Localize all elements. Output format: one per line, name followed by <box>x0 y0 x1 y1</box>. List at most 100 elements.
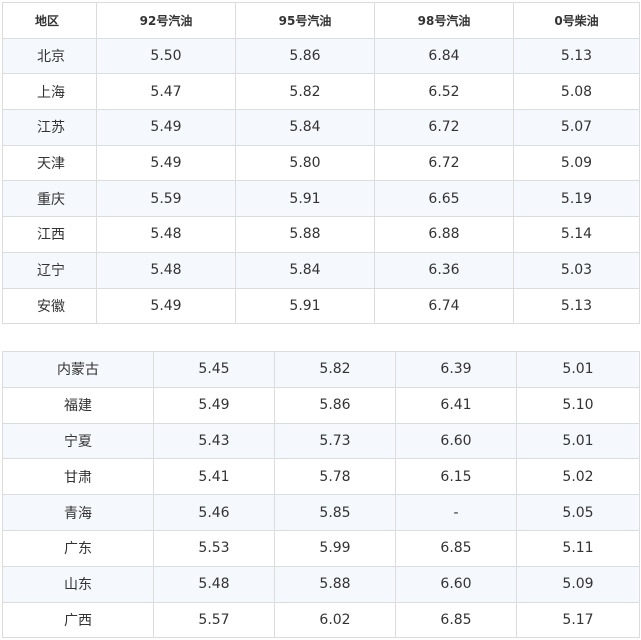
region-cell: 甘肃 <box>2 458 154 496</box>
fuel-price-table-2: 内蒙古 5.45 5.82 6.39 5.01 福建 5.49 5.86 6.4… <box>2 351 640 639</box>
price-98-cell: 6.60 <box>395 422 517 460</box>
price-95-cell: 5.86 <box>235 37 375 75</box>
price-98-cell: 6.84 <box>374 37 514 75</box>
price-98-cell: 6.36 <box>374 251 514 289</box>
price-diesel-cell: 5.17 <box>516 601 640 639</box>
price-diesel-cell: 5.01 <box>516 422 640 460</box>
table-row: 内蒙古 5.45 5.82 6.39 5.01 <box>2 351 640 388</box>
price-92-cell: 5.59 <box>96 180 236 218</box>
price-98-cell: 6.15 <box>395 458 517 496</box>
price-95-cell: 5.78 <box>274 458 396 496</box>
header-92-gasoline: 92号汽油 <box>96 2 236 39</box>
price-95-cell: 5.85 <box>274 494 396 531</box>
price-diesel-cell: 5.13 <box>513 287 640 325</box>
price-92-cell: 5.48 <box>96 251 236 289</box>
price-92-cell: 5.48 <box>153 565 275 603</box>
table-row: 广东 5.53 5.99 6.85 5.11 <box>2 529 640 567</box>
region-cell: 上海 <box>2 73 97 111</box>
price-98-cell: 6.72 <box>374 109 514 146</box>
price-92-cell: 5.50 <box>96 37 236 75</box>
table-row: 广西 5.57 6.02 6.85 5.17 <box>2 601 640 639</box>
price-95-cell: 5.86 <box>274 386 396 424</box>
price-92-cell: 5.41 <box>153 458 275 496</box>
table-row: 重庆 5.59 5.91 6.65 5.19 <box>2 180 640 218</box>
price-95-cell: 5.88 <box>235 216 375 253</box>
price-98-cell: 6.41 <box>395 386 517 424</box>
price-92-cell: 5.43 <box>153 422 275 460</box>
price-diesel-cell: 5.02 <box>516 458 640 496</box>
table-row: 江西 5.48 5.88 6.88 5.14 <box>2 216 640 253</box>
region-cell: 内蒙古 <box>2 351 154 388</box>
region-cell: 江苏 <box>2 109 97 146</box>
table-row: 安徽 5.49 5.91 6.74 5.13 <box>2 287 640 325</box>
price-92-cell: 5.49 <box>96 144 236 182</box>
price-98-cell: - <box>395 494 517 531</box>
price-92-cell: 5.46 <box>153 494 275 531</box>
region-cell: 天津 <box>2 144 97 182</box>
price-92-cell: 5.53 <box>153 529 275 567</box>
table-row: 江苏 5.49 5.84 6.72 5.07 <box>2 109 640 146</box>
header-98-gasoline: 98号汽油 <box>374 2 514 39</box>
price-95-cell: 5.82 <box>235 73 375 111</box>
price-98-cell: 6.39 <box>395 351 517 388</box>
table-row: 上海 5.47 5.82 6.52 5.08 <box>2 73 640 111</box>
header-0-diesel: 0号柴油 <box>513 2 640 39</box>
price-diesel-cell: 5.19 <box>513 180 640 218</box>
table-row: 北京 5.50 5.86 6.84 5.13 <box>2 37 640 75</box>
price-98-cell: 6.65 <box>374 180 514 218</box>
price-95-cell: 5.88 <box>274 565 396 603</box>
price-98-cell: 6.60 <box>395 565 517 603</box>
price-95-cell: 5.99 <box>274 529 396 567</box>
region-cell: 宁夏 <box>2 422 154 460</box>
region-cell: 辽宁 <box>2 251 97 289</box>
region-cell: 江西 <box>2 216 97 253</box>
table-row: 辽宁 5.48 5.84 6.36 5.03 <box>2 251 640 289</box>
price-95-cell: 5.84 <box>235 251 375 289</box>
price-92-cell: 5.48 <box>96 216 236 253</box>
fuel-price-table-1: 地区 92号汽油 95号汽油 98号汽油 0号柴油 北京 5.50 5.86 6… <box>2 2 640 325</box>
price-diesel-cell: 5.08 <box>513 73 640 111</box>
region-cell: 山东 <box>2 565 154 603</box>
table-row: 青海 5.46 5.85 - 5.05 <box>2 494 640 531</box>
region-cell: 福建 <box>2 386 154 424</box>
price-diesel-cell: 5.13 <box>513 37 640 75</box>
price-95-cell: 5.91 <box>235 287 375 325</box>
price-92-cell: 5.49 <box>96 109 236 146</box>
price-98-cell: 6.72 <box>374 144 514 182</box>
price-92-cell: 5.57 <box>153 601 275 639</box>
price-95-cell: 6.02 <box>274 601 396 639</box>
price-diesel-cell: 5.03 <box>513 251 640 289</box>
price-95-cell: 5.82 <box>274 351 396 388</box>
price-98-cell: 6.85 <box>395 601 517 639</box>
price-diesel-cell: 5.07 <box>513 109 640 146</box>
price-diesel-cell: 5.05 <box>516 494 640 531</box>
table-row: 福建 5.49 5.86 6.41 5.10 <box>2 386 640 424</box>
price-diesel-cell: 5.10 <box>516 386 640 424</box>
price-95-cell: 5.91 <box>235 180 375 218</box>
table-row: 宁夏 5.43 5.73 6.60 5.01 <box>2 422 640 460</box>
price-diesel-cell: 5.14 <box>513 216 640 253</box>
price-diesel-cell: 5.01 <box>516 351 640 388</box>
table-row: 山东 5.48 5.88 6.60 5.09 <box>2 565 640 603</box>
table-row: 天津 5.49 5.80 6.72 5.09 <box>2 144 640 182</box>
price-98-cell: 6.74 <box>374 287 514 325</box>
price-diesel-cell: 5.11 <box>516 529 640 567</box>
region-cell: 广东 <box>2 529 154 567</box>
price-95-cell: 5.73 <box>274 422 396 460</box>
region-cell: 北京 <box>2 37 97 75</box>
header-95-gasoline: 95号汽油 <box>235 2 375 39</box>
price-92-cell: 5.49 <box>153 386 275 424</box>
price-92-cell: 5.45 <box>153 351 275 388</box>
price-92-cell: 5.49 <box>96 287 236 325</box>
header-region: 地区 <box>2 2 97 39</box>
region-cell: 安徽 <box>2 287 97 325</box>
price-98-cell: 6.85 <box>395 529 517 567</box>
region-cell: 青海 <box>2 494 154 531</box>
price-diesel-cell: 5.09 <box>516 565 640 603</box>
price-92-cell: 5.47 <box>96 73 236 111</box>
price-95-cell: 5.80 <box>235 144 375 182</box>
price-diesel-cell: 5.09 <box>513 144 640 182</box>
table-header-row: 地区 92号汽油 95号汽油 98号汽油 0号柴油 <box>2 2 640 39</box>
price-98-cell: 6.88 <box>374 216 514 253</box>
region-cell: 重庆 <box>2 180 97 218</box>
